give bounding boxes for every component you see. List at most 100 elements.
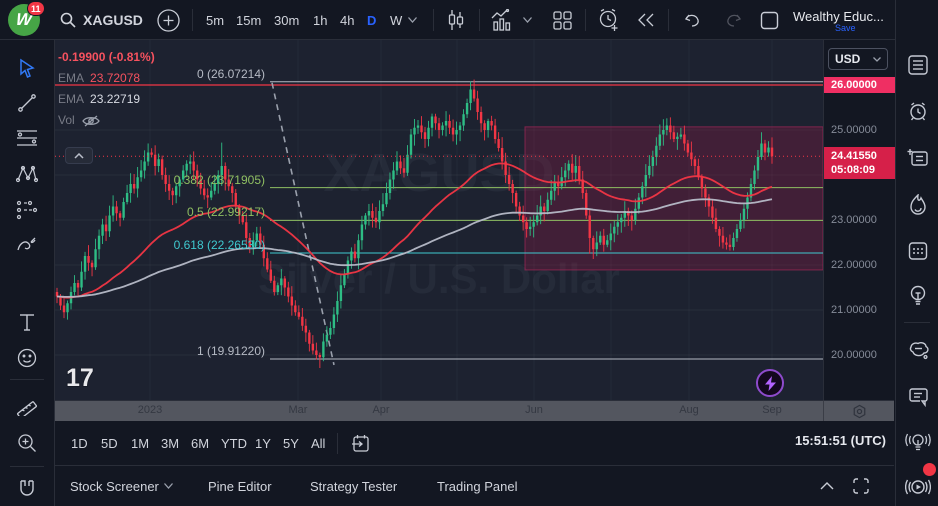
tool-zoom-in[interactable]: [13, 429, 41, 457]
chevron-up-icon: [820, 482, 834, 490]
tool-emoji[interactable]: [13, 344, 41, 372]
maximize-icon: [853, 478, 869, 494]
save-status-button[interactable]: [760, 0, 779, 40]
right-sidebar: [895, 0, 938, 506]
price-axis-label: 22.00000: [831, 259, 877, 271]
time-axis[interactable]: 2023 Mar Apr Jun Aug Sep: [55, 400, 823, 421]
ema2-label: EMA: [58, 92, 85, 106]
range-toolbar: 1D 5D 1M 3M 6M YTD 1Y 5Y All 15:51:51 (U…: [55, 421, 894, 466]
chevron-down-icon: [408, 17, 417, 23]
panel-expand-button[interactable]: [820, 466, 834, 506]
symbol-search[interactable]: XAGUSD: [60, 0, 143, 40]
interval-5m[interactable]: 5m: [206, 0, 224, 40]
range-5d[interactable]: 5D: [97, 433, 122, 454]
range-6m[interactable]: 6M: [187, 433, 213, 454]
bar-replay-button[interactable]: [637, 0, 655, 40]
interval-1w[interactable]: W: [390, 0, 402, 40]
range-1m[interactable]: 1M: [127, 433, 153, 454]
compare-add-button[interactable]: [157, 0, 180, 40]
time-axis-label: Mar: [288, 404, 308, 416]
price-axis-label: 20.00000: [831, 349, 877, 361]
replay-rewind-icon: [637, 13, 655, 27]
price-change: -0.19900 (-0.81%): [58, 50, 155, 64]
watchlist-icon[interactable]: [904, 51, 932, 79]
range-ytd[interactable]: YTD: [217, 433, 251, 454]
ema2-value: 23.22719: [90, 92, 141, 106]
notification-badge: 11: [27, 1, 45, 16]
lightning-button[interactable]: [756, 369, 784, 397]
interval-1h[interactable]: 1h: [313, 0, 327, 40]
ideas-icon[interactable]: [904, 282, 932, 310]
interval-1d[interactable]: D: [367, 0, 376, 40]
time-axis-label: Apr: [372, 404, 390, 416]
candles-icon: [447, 9, 465, 31]
tradingview-window: XAGUSD Silver / U.S. Dollar 0 (26.07214)…: [0, 0, 938, 506]
tool-cursor[interactable]: [13, 54, 41, 82]
range-1d[interactable]: 1D: [67, 433, 92, 454]
current-price-tag: 24.41550 05:08:09: [824, 147, 895, 180]
time-axis-label: Aug: [679, 404, 699, 416]
calendar-icon[interactable]: [904, 237, 932, 265]
tab-pine-editor[interactable]: Pine Editor: [208, 466, 272, 506]
range-5y[interactable]: 5Y: [279, 433, 303, 454]
range-3m[interactable]: 3M: [157, 433, 183, 454]
axis-settings-cell[interactable]: [823, 400, 894, 421]
ema1-value: 23.72078: [90, 71, 141, 85]
tool-trend-line[interactable]: [13, 89, 41, 117]
currency-select[interactable]: USD: [828, 48, 888, 70]
price-axis[interactable]: USD 26.0000025.0000024.0000023.0000022.0…: [823, 40, 895, 421]
tool-xabcd-pattern[interactable]: [13, 160, 41, 188]
tool-magnet[interactable]: [13, 474, 41, 502]
indicators-icon: [491, 9, 515, 31]
grid-layout-icon: [553, 10, 572, 30]
interval-dropdown[interactable]: [408, 0, 417, 40]
calendar-arrow-icon: [351, 434, 370, 453]
minds-icon[interactable]: [904, 336, 932, 364]
interval-4h[interactable]: 4h: [340, 0, 354, 40]
chat-icon[interactable]: [904, 383, 932, 411]
indicators-button[interactable]: [491, 0, 532, 40]
ema1-label: EMA: [58, 71, 85, 85]
price-axis-label: 23.00000: [831, 214, 877, 226]
tradingview-logo[interactable]: 17: [62, 362, 104, 397]
time-axis-label: Jun: [525, 404, 543, 416]
live-icon[interactable]: [904, 473, 932, 501]
tool-projection[interactable]: [13, 196, 41, 224]
plus-circle-icon: [157, 8, 180, 32]
tool-text[interactable]: [13, 308, 41, 336]
eye-slash-icon[interactable]: [81, 114, 101, 128]
tab-strategy-tester[interactable]: Strategy Tester: [310, 466, 397, 506]
drawing-toolbar: [0, 40, 55, 506]
save-layout-icon: [760, 11, 779, 30]
time-axis-label: 2023: [137, 404, 163, 416]
streams-icon[interactable]: [904, 428, 932, 456]
save-link[interactable]: Save: [835, 23, 856, 33]
tab-stock-screener[interactable]: Stock Screener: [70, 466, 173, 506]
legend-collapse-button[interactable]: [65, 147, 93, 164]
create-alert-button[interactable]: [597, 0, 621, 40]
undo-button[interactable]: [683, 0, 701, 40]
clock[interactable]: 15:51:51 (UTC): [795, 433, 886, 448]
alerts-icon[interactable]: [904, 98, 932, 126]
panel-maximize-button[interactable]: [853, 466, 869, 506]
redo-button[interactable]: [725, 0, 743, 40]
tool-fib-retracement[interactable]: [13, 124, 41, 152]
bottom-panel-bar: Stock Screener Pine Editor Strategy Test…: [55, 466, 894, 506]
price-axis-label: 21.00000: [831, 304, 877, 316]
chart-style-button[interactable]: [447, 0, 465, 40]
tool-brush[interactable]: [13, 231, 41, 259]
tool-ruler[interactable]: [13, 391, 41, 419]
notes-icon[interactable]: [904, 144, 932, 172]
gear-icon[interactable]: [852, 404, 867, 419]
range-all[interactable]: All: [307, 433, 329, 454]
interval-30m[interactable]: 30m: [274, 0, 299, 40]
candlestick-chart[interactable]: [55, 40, 823, 400]
price-axis-label: 25.00000: [831, 124, 877, 136]
interval-15m[interactable]: 15m: [236, 0, 261, 40]
hotlists-icon[interactable]: [904, 191, 932, 219]
go-to-date-button[interactable]: [347, 433, 374, 454]
tab-trading-panel[interactable]: Trading Panel: [437, 466, 517, 506]
chart-legend: -0.19900 (-0.81%) EMA 23.72078 EMA 23.22…: [58, 47, 155, 131]
layout-grid-button[interactable]: [553, 0, 572, 40]
range-1y[interactable]: 1Y: [251, 433, 275, 454]
